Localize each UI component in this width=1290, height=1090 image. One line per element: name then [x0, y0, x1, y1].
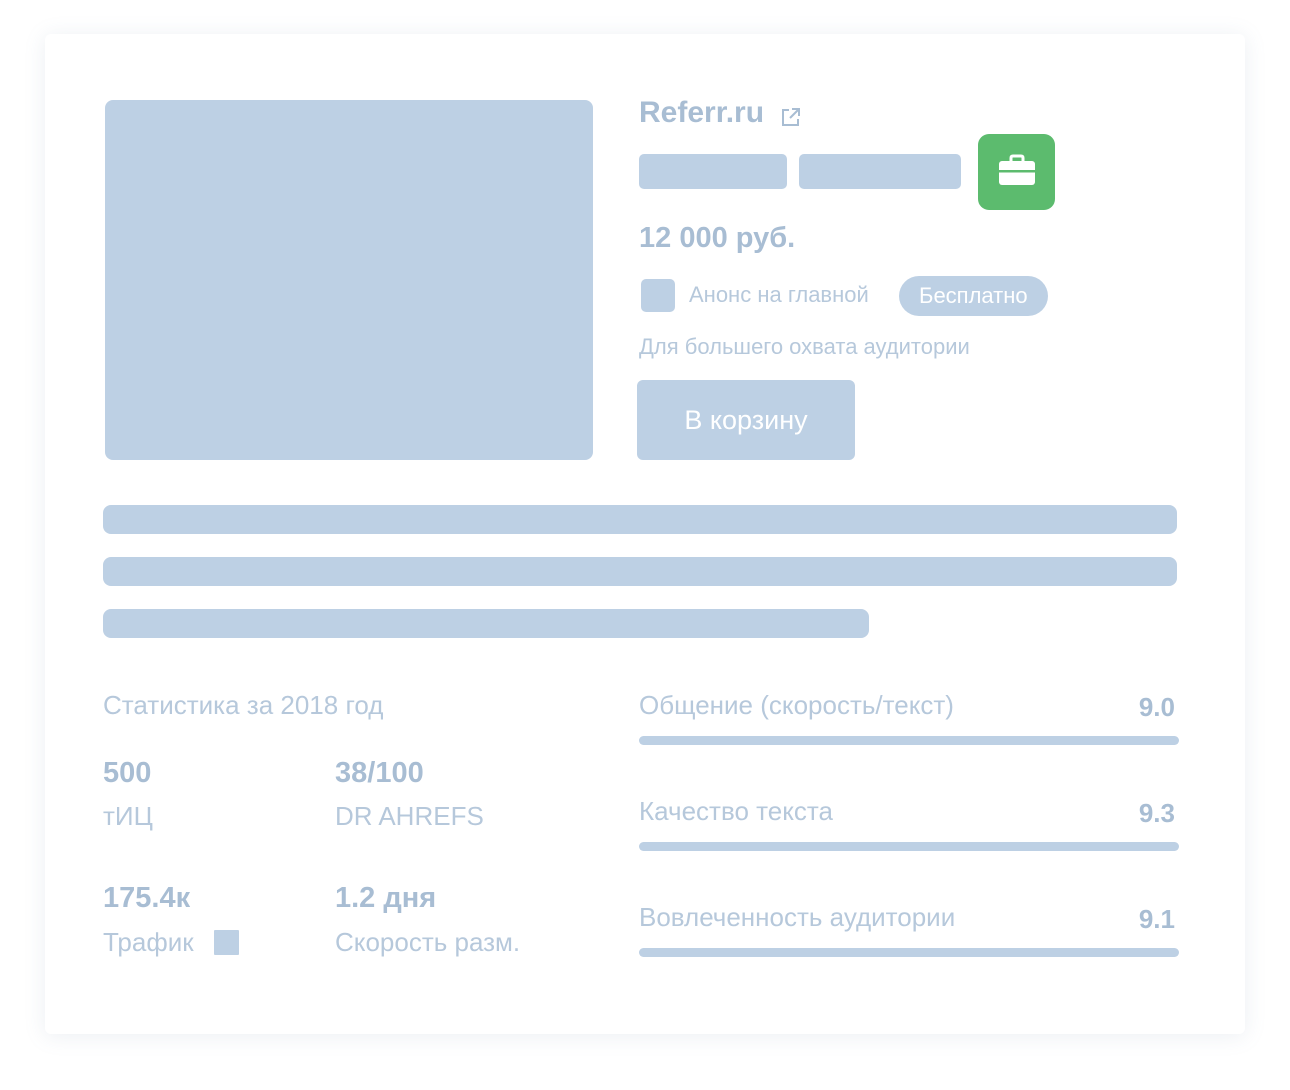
stat-label-text: Скорость разм. [335, 927, 521, 957]
price: 12 000 руб. [639, 222, 796, 254]
tag-placeholder-2 [799, 154, 961, 189]
site-name[interactable]: Referr.ru [639, 96, 764, 130]
stat-traffic-label: Трафик [103, 927, 239, 958]
briefcase-button[interactable] [978, 134, 1055, 210]
stat-dr-value: 38/100 [335, 757, 424, 789]
site-image-placeholder [105, 100, 593, 460]
tag-placeholder-1 [639, 154, 787, 189]
rating-engagement-label: Вовлеченность аудитории [639, 902, 956, 932]
stats-title: Статистика за 2018 год [103, 690, 384, 720]
stat-label-text: тИЦ [103, 801, 153, 831]
rating-text-quality-bar [639, 842, 1179, 851]
stat-tic-label: тИЦ [103, 801, 153, 832]
briefcase-icon [997, 153, 1037, 192]
add-to-cart-button[interactable]: В корзину [637, 380, 855, 460]
rating-engagement-bar [639, 948, 1179, 957]
rating-communication-bar [639, 736, 1179, 745]
site-name-link[interactable]: Referr.ru [639, 96, 802, 130]
rating-communication-label: Общение (скорость/текст) [639, 690, 954, 720]
description-line-placeholder [103, 505, 1177, 534]
description-line-placeholder [103, 609, 869, 638]
listing-card: Referr.ru 12 000 руб. Анонс на главной Б… [45, 34, 1245, 1034]
stat-traffic-value: 175.4к [103, 882, 191, 914]
stat-speed-label: Скорость разм. [335, 927, 520, 958]
stat-speed-value: 1.2 дня [335, 882, 437, 914]
reach-note: Для большего охвата аудитории [639, 334, 970, 359]
stat-dr-label: DR AHREFS [335, 801, 484, 832]
rating-communication-value: 9.0 [1138, 692, 1175, 722]
stat-label-text: DR AHREFS [335, 801, 484, 831]
announce-label: Анонс на главной [689, 282, 869, 307]
rating-engagement-value: 9.1 [1138, 904, 1175, 934]
traffic-info-icon[interactable] [213, 930, 239, 955]
rating-text-quality-value: 9.3 [1138, 798, 1175, 828]
stat-tic-value: 500 [103, 757, 152, 789]
free-badge: Бесплатно [899, 276, 1048, 316]
external-link-icon[interactable] [780, 102, 802, 126]
description-line-placeholder [103, 557, 1177, 586]
announce-checkbox[interactable] [641, 279, 675, 312]
rating-text-quality-label: Качество текста [639, 796, 833, 826]
stat-label-text: Трафик [103, 927, 194, 957]
